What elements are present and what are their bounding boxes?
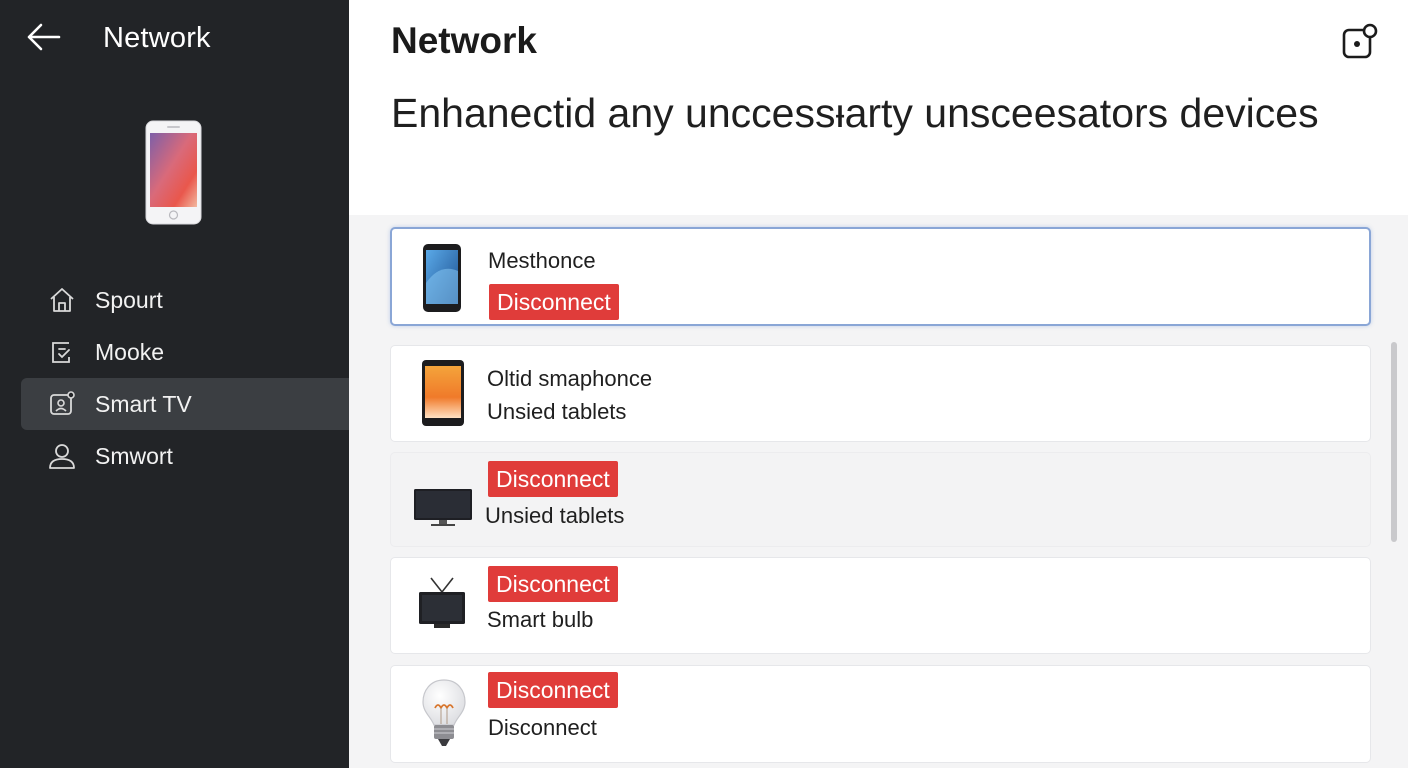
device-check-icon <box>46 336 78 368</box>
device-detail: Disconnect <box>488 715 597 740</box>
sidebar-item-smart-tv[interactable]: Smart TV <box>21 378 349 430</box>
device-name: Oltid smaphonce <box>487 366 653 391</box>
page-title: Network <box>391 20 537 61</box>
scrollbar[interactable] <box>1391 342 1397 542</box>
sidebar-item-label: Smwort <box>95 442 173 469</box>
disconnect-button[interactable]: Disconnect <box>489 284 619 320</box>
device-detail: Unsied tablets <box>485 503 625 528</box>
tablet-icon <box>422 360 464 426</box>
screen-user-icon <box>46 388 78 420</box>
device-name: Mesthonce <box>488 248 596 273</box>
sidebar-item-label: Smart TV <box>95 390 192 417</box>
device-detail: Smart bulb <box>487 607 594 632</box>
sidebar: Network Spourt Mooke Smart TV Smwort <box>0 0 349 768</box>
screen-badge-icon <box>1342 23 1378 59</box>
sidebar-nav: Spourt Mooke Smart TV Smwort <box>21 274 349 482</box>
sidebar-item-label: Spourt <box>95 286 163 313</box>
back-button[interactable] <box>22 18 64 56</box>
phone-icon <box>423 244 461 312</box>
device-card-tv[interactable]: Disconnect Smart bulb <box>390 557 1371 654</box>
home-icon <box>46 284 78 316</box>
sidebar-item-spourt[interactable]: Spourt <box>21 274 349 326</box>
device-card-bulb[interactable]: Disconnect Disconnect <box>390 665 1371 763</box>
sidebar-item-label: Mooke <box>95 338 165 365</box>
user-icon <box>46 440 78 472</box>
headline-text: Enhanectid any unccessᵼarty unsceesators… <box>391 90 1319 136</box>
disconnect-button[interactable]: Disconnect <box>488 672 618 708</box>
main-panel: Network Enhanectid any unccessᵼarty unsc… <box>349 0 1408 768</box>
device-card-mesthonce[interactable]: Mesthonce Disconnect <box>390 227 1371 326</box>
device-settings-button[interactable] <box>1341 22 1381 62</box>
monitor-icon <box>414 489 472 526</box>
arrow-left-icon <box>27 23 61 51</box>
tv-icon <box>419 577 465 628</box>
app-window: Network Spourt Mooke Smart TV Smwort Net… <box>0 0 1408 768</box>
device-card-monitor[interactable]: Disconnect Unsied tablets <box>390 452 1371 547</box>
disconnect-button[interactable]: Disconnect <box>488 566 618 602</box>
device-detail: Unsied tablets <box>487 399 627 424</box>
sidebar-item-mooke[interactable]: Mooke <box>21 326 349 378</box>
disconnect-button[interactable]: Disconnect <box>488 461 618 497</box>
sidebar-item-smwort[interactable]: Smwort <box>21 430 349 482</box>
device-card-smartphone[interactable]: Oltid smaphonce Unsied tablets <box>390 345 1371 442</box>
phone-illustration <box>145 120 202 225</box>
sidebar-title: Network <box>103 22 211 54</box>
lightbulb-icon <box>422 679 466 746</box>
